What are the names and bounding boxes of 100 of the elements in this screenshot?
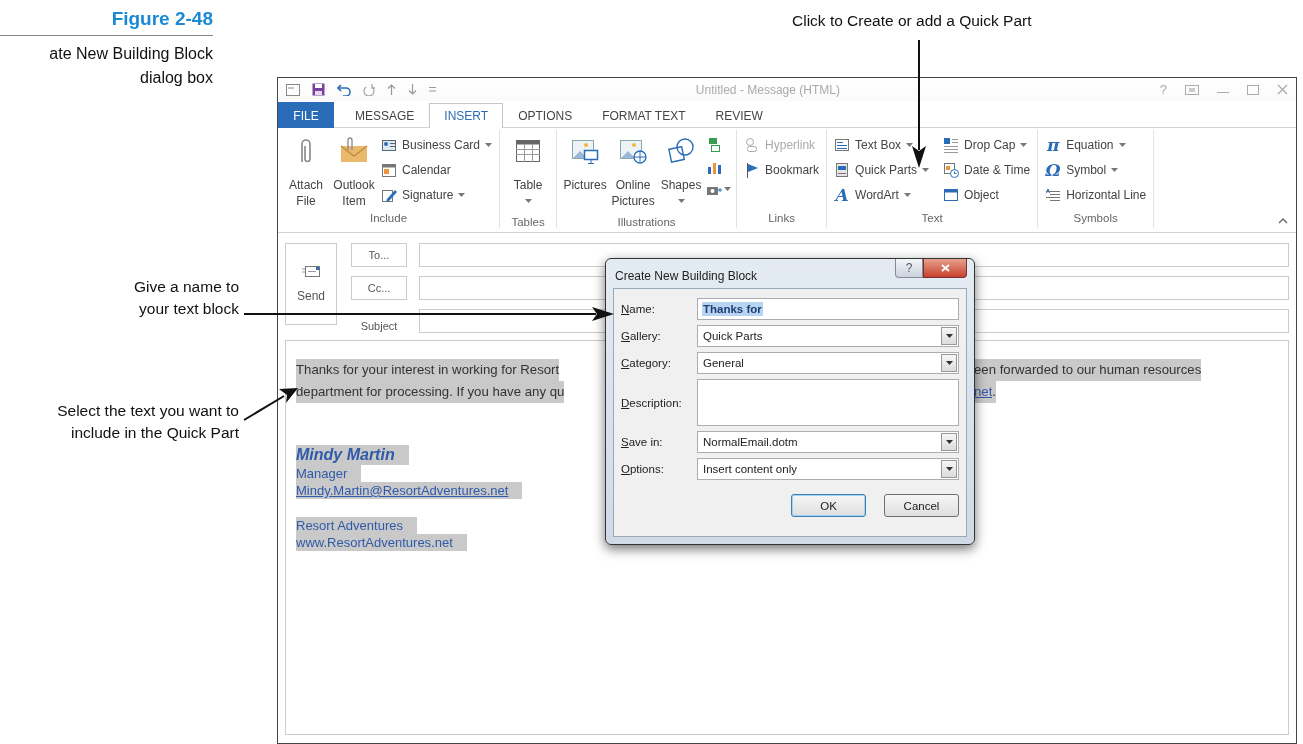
caret-icon (524, 199, 532, 203)
caret-icon (1118, 143, 1126, 147)
subject-label: Subject (359, 320, 399, 333)
envelope-icon (302, 265, 320, 277)
pi-icon: π (1045, 137, 1062, 153)
caret-icon (945, 467, 953, 471)
ribbon-tab[interactable]: REVIEW (700, 103, 778, 128)
ribbon-tab[interactable]: FORMAT TEXT (587, 103, 701, 128)
signature-name: Mindy Martin (296, 445, 409, 465)
ribbon-button[interactable]: Pictures (562, 134, 609, 216)
caret-icon (485, 143, 493, 147)
signature-icon (381, 187, 397, 203)
dialog-title: Create New Building Block (615, 269, 758, 283)
text-area[interactable] (697, 379, 959, 426)
redo-icon[interactable] (363, 83, 375, 96)
signature-text: Resort Adventures (296, 517, 417, 534)
field-label: Description: (621, 396, 683, 409)
text-box-icon (834, 137, 851, 153)
callout-text: Click to Create or add a Quick Part (792, 11, 1033, 31)
caret-icon (945, 334, 953, 338)
close-button[interactable] (923, 259, 967, 278)
file-tab[interactable]: FILE (278, 102, 334, 128)
shapes-icon (666, 136, 697, 166)
dropdown-field[interactable]: NormalEmail.dotm (697, 431, 959, 453)
cc-button[interactable]: Cc... (351, 276, 407, 300)
ribbon-button[interactable]: Signature (379, 184, 495, 206)
body-text: department for processing. If you have any qu (296, 381, 565, 403)
ribbon-button[interactable]: Calendar (379, 159, 495, 181)
input-field[interactable]: Thanks for (697, 298, 959, 320)
group-label: Tables (510, 216, 546, 228)
body-text: een forwarded to our human resources (974, 359, 1202, 381)
callout-text: Give a name to your text block (132, 277, 239, 319)
dropdown-field[interactable]: General (697, 352, 959, 374)
caret-icon (906, 143, 914, 147)
ribbon-button[interactable]: Object (941, 184, 1033, 206)
ribbon-button[interactable]: Horizontal Line (1043, 184, 1149, 206)
field-label: Save in: (621, 436, 664, 448)
body-text: Thanks for your interest in working for Resort (296, 359, 560, 381)
cancel-button[interactable]: Cancel (884, 494, 959, 517)
ribbon-button[interactable]: Attach File (283, 134, 329, 212)
dropdown-field[interactable]: Insert content only (697, 458, 959, 480)
signature-text: www.ResortAdventures.net (296, 534, 467, 551)
maximize-icon[interactable] (1247, 84, 1259, 95)
caret-up-icon[interactable] (1278, 218, 1288, 224)
ribbon-button[interactable]: Outlook Item (331, 134, 377, 212)
caret-icon (677, 199, 685, 203)
group-label: Symbols (1072, 212, 1119, 226)
send-button[interactable]: Send (285, 243, 337, 325)
calendar-clock-icon (943, 162, 960, 178)
caret-icon (922, 168, 930, 172)
field-label: Options: (621, 463, 665, 475)
figure-label: Figure 2-48 (111, 8, 213, 30)
body-text: . (992, 381, 996, 403)
group-label: Include (368, 212, 409, 226)
group-label: Links (767, 212, 796, 226)
diagram-icon[interactable] (706, 137, 723, 153)
caret-icon (458, 193, 466, 197)
field-label: Gallery: (621, 330, 662, 342)
ribbon-tab[interactable]: OPTIONS (503, 103, 588, 128)
caret-icon (945, 440, 953, 444)
ribbon-button[interactable]: Drop Cap (941, 134, 1033, 156)
to-button[interactable]: To... (351, 243, 407, 267)
ok-button[interactable]: OK (791, 494, 866, 517)
caret-icon (903, 193, 911, 197)
ribbon-button[interactable]: Business Card (379, 134, 495, 156)
undo-icon[interactable] (337, 83, 351, 96)
ribbon-button[interactable]: Bookmark (742, 159, 822, 181)
ribbon-button[interactable]: π Equation (1043, 134, 1149, 156)
drop-cap-icon (943, 137, 960, 153)
down-arrow-icon[interactable] (408, 84, 417, 95)
callout-arrow (243, 388, 298, 421)
caret-icon (945, 361, 953, 365)
restore-icon[interactable] (1185, 84, 1199, 95)
ribbon-button[interactable]: A WordArt (832, 184, 932, 206)
caret-icon (724, 187, 732, 191)
ribbon-button[interactable]: Ω Symbol (1043, 159, 1149, 181)
ribbon-button[interactable]: Shapes (658, 134, 705, 216)
up-arrow-icon[interactable] (387, 84, 396, 95)
ribbon-button[interactable]: Table (505, 134, 552, 216)
help-button[interactable]: ? (895, 259, 923, 278)
caret-icon (1020, 143, 1028, 147)
business-card-icon (381, 137, 397, 153)
ribbon-button[interactable]: Online Pictures (610, 134, 657, 216)
calendar-icon (381, 162, 397, 178)
window-icon[interactable] (286, 83, 300, 96)
group-label: Text (920, 212, 944, 226)
horizontal-lines-icon (1045, 187, 1062, 203)
group-label: Illustrations (616, 216, 677, 228)
ribbon-tab[interactable]: INSERT (429, 103, 504, 128)
signature-text: Manager (296, 465, 362, 482)
customize-icon[interactable] (429, 86, 436, 93)
close-icon[interactable] (1277, 84, 1288, 95)
save-icon[interactable] (312, 83, 325, 96)
dropdown-field[interactable]: Quick Parts (697, 325, 959, 347)
document-icon (834, 162, 851, 178)
ribbon-tab[interactable]: MESSAGE (340, 103, 430, 128)
email-link[interactable]: Mindy.Martin@ResortAdventures.net (296, 482, 523, 499)
ribbon-button[interactable]: Date & Time (941, 159, 1033, 181)
window-title: Untitled - Message (HTML) (694, 82, 841, 97)
caret-icon (1111, 168, 1119, 172)
